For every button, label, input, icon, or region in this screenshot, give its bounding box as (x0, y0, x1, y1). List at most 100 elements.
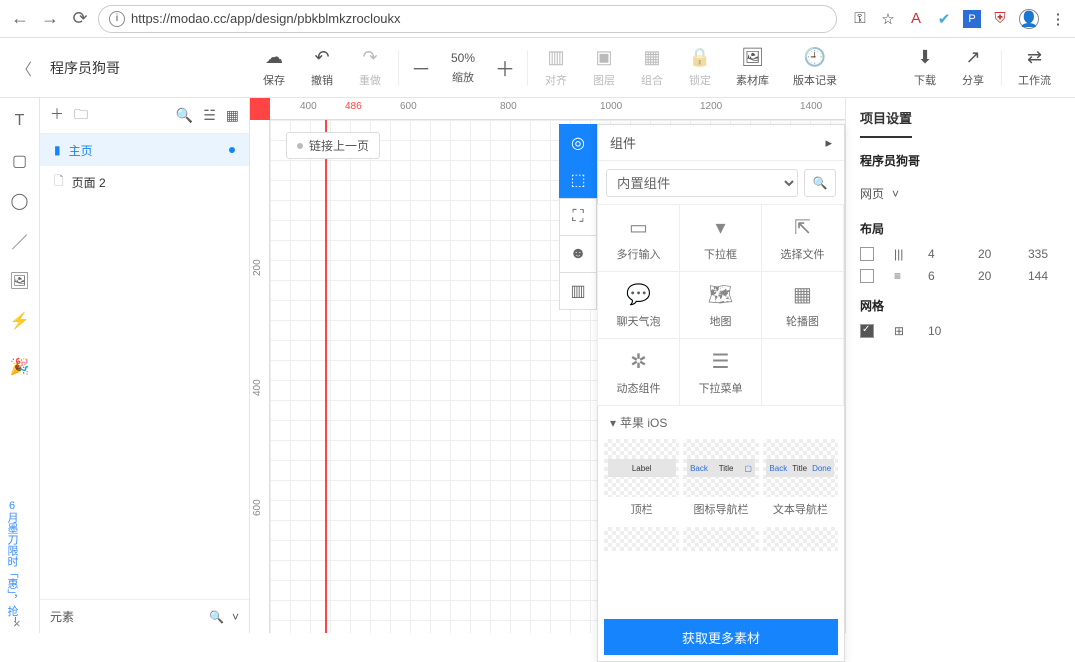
align-button: ▥对齐 (532, 38, 580, 97)
grid-icon: ⊞ (894, 324, 918, 338)
horn-tool[interactable]: 🎉 (11, 358, 29, 376)
menu-icon: ☰ (712, 349, 730, 374)
get-more-assets-button[interactable]: 获取更多素材 (604, 619, 838, 655)
bolt-tool[interactable]: ⚡ (11, 312, 29, 330)
list-icon[interactable]: ☱ (203, 107, 216, 124)
image-icon: 🖼 (741, 47, 764, 68)
ext-pdf-icon[interactable]: A (907, 10, 925, 28)
layout-checkbox-1[interactable] (860, 247, 874, 261)
search-icon[interactable]: 🔍 (176, 107, 193, 124)
ios-more-3[interactable] (763, 527, 838, 613)
zoom-display[interactable]: 50%缩放 (439, 38, 487, 97)
assets-button[interactable]: 🖼素材库 (724, 38, 781, 97)
url-bar[interactable]: i https://modao.cc/app/design/pbkblmkzro… (98, 5, 837, 33)
circle-tool[interactable]: ◯ (11, 192, 29, 210)
chat-icon: 💬 (626, 282, 651, 307)
ios-more-2[interactable] (683, 527, 758, 613)
fab-layout[interactable]: ▥ (559, 272, 597, 310)
layout-section-label: 布局 (860, 210, 1061, 243)
comp-multiline[interactable]: ▭多行输入 (597, 204, 680, 272)
fab-target[interactable]: ◎ (559, 124, 597, 162)
fab-smile[interactable]: ☻ (559, 235, 597, 273)
text-tool[interactable]: T (11, 112, 29, 130)
page-label: 主页 (69, 142, 93, 159)
page-icon: ▮ (54, 143, 61, 157)
promo-close[interactable]: × (13, 616, 21, 631)
browser-fwd[interactable]: → (38, 7, 62, 31)
folder-icon[interactable]: 🗀 (74, 104, 88, 128)
chevron-down-icon[interactable]: ˅ (892, 187, 899, 201)
component-category-select[interactable]: 内置组件 (606, 169, 798, 197)
browser-reload[interactable]: ⟳ (68, 7, 92, 31)
comp-file[interactable]: ⇱选择文件 (761, 204, 844, 272)
link-prev-tag[interactable]: 链接上一页 (286, 132, 380, 159)
promo-banner[interactable]: 6月墨刀限时「惠」，抢！ (4, 500, 18, 628)
grid-icon[interactable]: ▦ (226, 107, 239, 124)
ios-textnav[interactable]: BackTitleDone文本导航栏 (763, 439, 838, 525)
align-icon: ▥ (548, 47, 565, 68)
chevron-down-icon[interactable]: ˅ (232, 610, 239, 624)
ios-iconnav[interactable]: BackTitle▢图标导航栏 (683, 439, 758, 525)
comp-map[interactable]: 🗺地图 (679, 271, 762, 339)
settings-tab[interactable]: 项目设置 (860, 98, 912, 138)
image-tool[interactable]: 🖼 (11, 272, 29, 290)
ios-section-header[interactable]: ▾苹果 iOS (598, 406, 844, 439)
ruler-origin (250, 98, 270, 120)
ruler-vertical[interactable]: 200 400 600 (250, 120, 270, 633)
fab-cube[interactable]: ⬚ (559, 161, 597, 199)
page-item-home[interactable]: ▮ 主页 (40, 134, 249, 166)
comp-chat[interactable]: 💬聊天气泡 (597, 271, 680, 339)
lock-button: 🔒锁定 (676, 38, 724, 97)
site-info-icon[interactable]: i (109, 11, 125, 27)
ext-bird-icon[interactable]: ✔ (935, 10, 953, 28)
browser-menu-icon[interactable]: ⋮ (1049, 10, 1067, 28)
collapse-icon[interactable]: ▸ (825, 135, 832, 151)
star-icon[interactable]: ☆ (879, 10, 897, 28)
elements-label: 元素 (50, 608, 74, 625)
url-text: https://modao.cc/app/design/pbkblmkzrocl… (131, 11, 401, 26)
guide-line[interactable] (325, 120, 327, 633)
lock-icon: 🔒 (689, 47, 711, 68)
line-tool[interactable]: ／ (11, 232, 29, 250)
components-panel: 组件▸ 内置组件 🔍 ▭多行输入 ▾下拉框 ⇱选择文件 💬聊天气泡 🗺地图 ▦轮… (597, 124, 845, 662)
pinwheel-icon: ✲ (630, 349, 647, 374)
page-item-2[interactable]: 🗋 页面 2 (40, 166, 249, 198)
ext-shield-icon[interactable]: ⛨ (991, 10, 1009, 28)
undo-button[interactable]: ↶撤销 (298, 38, 346, 97)
ios-more-1[interactable] (604, 527, 679, 613)
comp-carousel[interactable]: ▦轮播图 (761, 271, 844, 339)
save-button[interactable]: ☁保存 (250, 38, 298, 97)
project-title: 程序员狗哥 (50, 58, 120, 78)
download-button[interactable]: ⬇下载 (901, 38, 949, 97)
history-button[interactable]: 🕘版本记录 (781, 38, 849, 97)
device-type[interactable]: 网页 (860, 185, 884, 202)
file-icon: ⇱ (794, 215, 811, 240)
rows-icon: ≡ (894, 269, 918, 283)
profile-icon[interactable]: 👤 (1019, 9, 1039, 29)
ios-topbar[interactable]: Label顶栏 (604, 439, 679, 525)
fab-expand[interactable]: ⛶ (559, 198, 597, 236)
key-icon[interactable]: ⚿ (851, 10, 869, 28)
zoom-in[interactable]: ＋ (487, 53, 523, 82)
grid-checkbox[interactable] (860, 324, 874, 338)
grid-section-label: 网格 (860, 287, 1061, 320)
undo-icon: ↶ (314, 47, 329, 68)
component-search-btn[interactable]: 🔍 (804, 169, 836, 197)
share-button[interactable]: ↗分享 (949, 38, 997, 97)
app-back-icon[interactable]: 〈 (16, 56, 32, 80)
add-page-icon[interactable]: ＋ (50, 104, 64, 128)
browser-back[interactable]: ← (8, 7, 32, 31)
rect-tool[interactable]: ▢ (11, 152, 29, 170)
textarea-icon: ▭ (629, 215, 648, 240)
workflow-button[interactable]: ⇄工作流 (1006, 38, 1063, 97)
redo-button: ↷重做 (346, 38, 394, 97)
comp-menu[interactable]: ☰下拉菜单 (679, 338, 762, 406)
search-icon[interactable]: 🔍 (209, 610, 224, 624)
download-icon: ⬇ (917, 47, 932, 68)
zoom-out[interactable]: － (403, 53, 439, 82)
ext-p-icon[interactable]: P (963, 10, 981, 28)
comp-dynamic[interactable]: ✲动态组件 (597, 338, 680, 406)
ruler-horizontal[interactable]: 400 486 600 800 1000 1200 1400 (270, 98, 845, 120)
comp-dropdown[interactable]: ▾下拉框 (679, 204, 762, 272)
layout-checkbox-2[interactable] (860, 269, 874, 283)
